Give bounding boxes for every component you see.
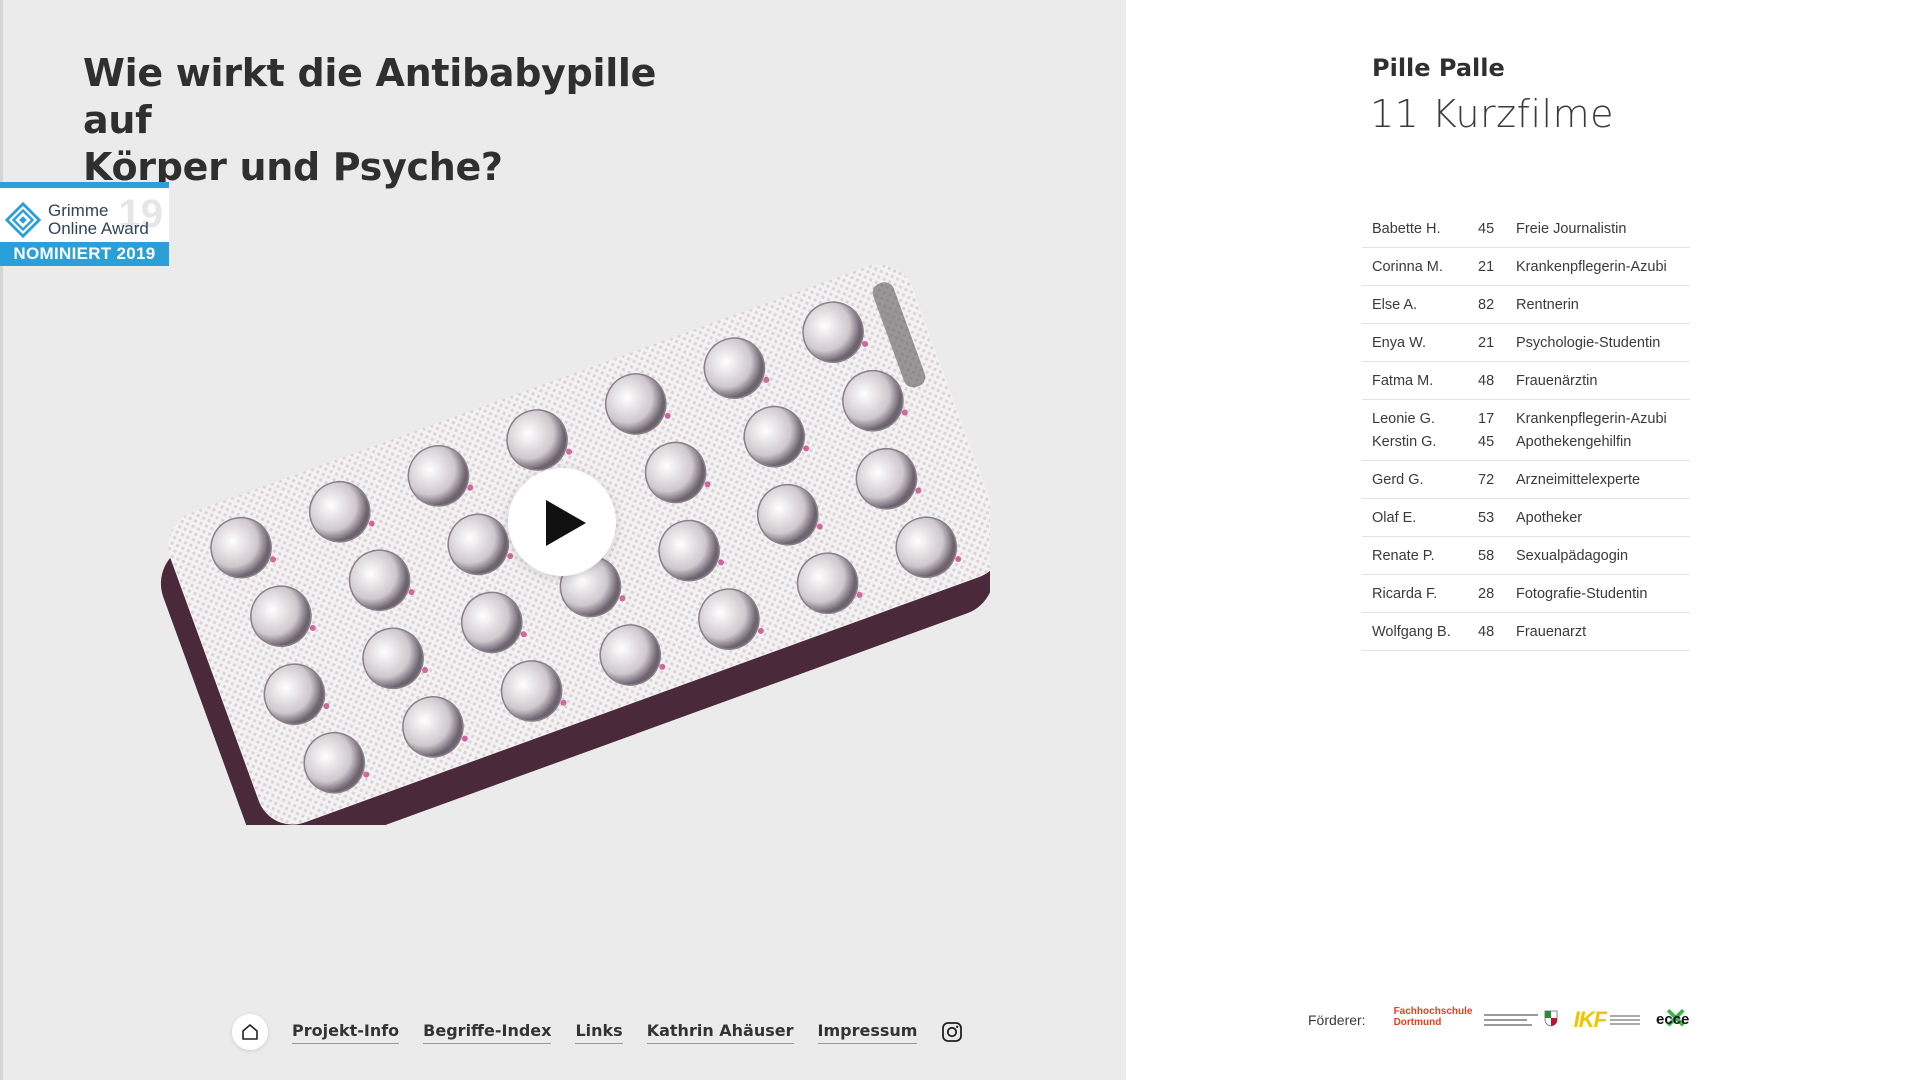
film-list-item[interactable]: Ricarda F. 28 Fotografie-Studentin — [1362, 575, 1690, 613]
person-age: 45 — [1478, 434, 1495, 450]
person-occupation: Psychologie-Studentin — [1516, 335, 1661, 351]
left-panel: Wie wirkt die Antibabypille auf Körper u… — [0, 0, 1126, 1080]
film-list-item[interactable]: Wolfgang B. 48 Frauenarzt — [1362, 613, 1690, 651]
film-person: Renate P. 58 Sexualpädagogin — [1372, 545, 1628, 568]
nrw-ministry-logo[interactable] — [1483, 1009, 1560, 1031]
film-person: Babette H. 45 Freie Journalistin — [1372, 218, 1626, 241]
person-name: Wolfgang B. — [1372, 624, 1451, 640]
sponsors-bar: Förderer: Fachhochschule Dortmund IKF ✕ … — [1308, 1004, 1716, 1033]
person-occupation: Frauenärztin — [1516, 373, 1598, 389]
person-age: 21 — [1478, 259, 1495, 275]
nav-link-projekt-info[interactable]: Projekt-Info — [292, 1021, 400, 1044]
home-icon — [242, 1024, 258, 1040]
film-list-item[interactable]: Babette H. 45 Freie Journalistin — [1362, 210, 1690, 248]
grimme-logo-icon — [4, 201, 42, 239]
page-headline: Wie wirkt die Antibabypille auf Körper u… — [83, 50, 703, 191]
person-occupation: Rentnerin — [1516, 297, 1579, 313]
series-subtitle: 11 Kurzfilme — [1370, 92, 1615, 136]
person-age: 21 — [1478, 335, 1495, 351]
nav-link-links[interactable]: Links — [575, 1021, 623, 1044]
film-list-item[interactable]: Leonie G. 17 Krankenpflegerin-Azubi Kerstin… — [1362, 400, 1690, 461]
person-name: Gerd G. — [1372, 472, 1424, 488]
film-person: Gerd G. 72 Arzneimittelexperte — [1372, 469, 1640, 492]
person-occupation: Sexualpädagogin — [1516, 548, 1629, 564]
ecce-logo-text: ecce — [1656, 1010, 1690, 1028]
fh-dortmund-logo[interactable]: Fachhochschule Dortmund — [1393, 1006, 1473, 1033]
person-name: Enya W. — [1372, 335, 1426, 351]
instagram-icon — [942, 1022, 963, 1042]
person-occupation: Fotografie-Studentin — [1516, 586, 1648, 602]
person-age: 45 — [1478, 221, 1495, 237]
person-age: 82 — [1478, 297, 1495, 313]
play-icon — [546, 500, 586, 546]
ecce-logo[interactable]: ✕ ecce — [1654, 1004, 1702, 1033]
film-list: Babette H. 45 Freie Journalistin Corinna M.… — [1362, 210, 1690, 651]
person-name: Babette H. — [1372, 221, 1441, 237]
ikf-logo[interactable]: IKF — [1573, 1006, 1641, 1033]
person-age: 48 — [1478, 624, 1495, 640]
award-nominated-label: NOMINIERT 2019 — [0, 242, 169, 266]
film-person: Olaf E. 53 Apotheker — [1372, 507, 1582, 530]
film-list-item[interactable]: Gerd G. 72 Arzneimittelexperte — [1362, 461, 1690, 499]
film-person: Wolfgang B. 48 Frauenarzt — [1372, 621, 1586, 644]
ikf-logo-text: IKF — [1573, 1006, 1607, 1032]
film-list-item[interactable]: Renate P. 58 Sexualpädagogin — [1362, 537, 1690, 575]
fh-logo-line-2: Dortmund — [1393, 1017, 1442, 1028]
award-name-line-1: Grimme — [48, 201, 109, 220]
nav-link-impressum[interactable]: Impressum — [817, 1021, 918, 1044]
award-name-line-2: Online Award — [48, 219, 149, 238]
film-list-item[interactable]: Enya W. 21 Psychologie-Studentin — [1362, 324, 1690, 362]
person-name: Else A. — [1372, 297, 1418, 313]
instagram-link[interactable] — [941, 1021, 963, 1043]
film-person: Else A. 82 Rentnerin — [1372, 294, 1579, 317]
film-person: Kerstin G. 45 Apothekengehilfin — [1372, 431, 1667, 454]
home-button[interactable] — [232, 1014, 268, 1050]
person-occupation: Apotheker — [1516, 510, 1583, 526]
person-name: Kerstin G. — [1372, 434, 1437, 450]
person-occupation: Arzneimittelexperte — [1516, 472, 1641, 488]
film-person: Enya W. 21 Psychologie-Studentin — [1372, 332, 1660, 355]
right-panel: Pille Palle 11 Kurzfilme Babette H. 45 Fre… — [1126, 0, 1920, 1080]
film-list-item[interactable]: Else A. 82 Rentnerin — [1362, 286, 1690, 324]
person-age: 48 — [1478, 373, 1495, 389]
person-occupation: Frauenarzt — [1516, 624, 1587, 640]
person-occupation: Freie Journalistin — [1516, 221, 1627, 237]
person-age: 72 — [1478, 472, 1495, 488]
nav-link-begriffe-index[interactable]: Begriffe-Index — [423, 1021, 552, 1044]
person-name: Olaf E. — [1372, 510, 1417, 526]
person-age: 17 — [1478, 411, 1495, 427]
fh-logo-line-1: Fachhochschule — [1393, 1006, 1473, 1017]
person-name: Corinna M. — [1372, 259, 1443, 275]
play-button[interactable] — [508, 468, 616, 576]
headline-line-1: Wie wirkt die Antibabypille auf — [83, 51, 657, 142]
film-list-item[interactable]: Fatma M. 48 Frauenärztin — [1362, 362, 1690, 400]
grimme-award-badge[interactable]: 19 Grimme Online Award NOMINIERT 2019 — [0, 182, 169, 266]
film-person: Corinna M. 21 Krankenpflegerin-Azubi — [1372, 256, 1667, 279]
person-age: 58 — [1478, 548, 1495, 564]
bottom-navigation: Projekt-Info Begriffe-Index Links Kathri… — [232, 1012, 963, 1052]
person-name: Ricarda F. — [1372, 586, 1438, 602]
person-age: 28 — [1478, 586, 1495, 602]
film-person: Ricarda F. 28 Fotografie-Studentin — [1372, 583, 1647, 606]
person-name: Leonie G. — [1372, 411, 1435, 427]
person-occupation: Krankenpflegerin-Azubi — [1516, 411, 1667, 427]
person-name: Fatma M. — [1372, 373, 1434, 389]
nav-link-kathrin-ahaeuser[interactable]: Kathrin Ahäuser — [646, 1021, 794, 1044]
nrw-crest-icon — [1544, 1010, 1557, 1026]
person-occupation: Krankenpflegerin-Azubi — [1516, 259, 1667, 275]
series-title: Pille Palle — [1372, 54, 1505, 82]
person-name: Renate P. — [1372, 548, 1435, 564]
film-person: Fatma M. 48 Frauenärztin — [1372, 370, 1597, 393]
film-list-item[interactable]: Olaf E. 53 Apotheker — [1362, 499, 1690, 537]
film-list-item[interactable]: Corinna M. 21 Krankenpflegerin-Azubi — [1362, 248, 1690, 286]
film-person: Leonie G. 17 Krankenpflegerin-Azubi — [1372, 408, 1667, 431]
person-age: 53 — [1478, 510, 1495, 526]
sponsors-label: Förderer: — [1308, 1011, 1366, 1028]
person-occupation: Apothekengehilfin — [1516, 434, 1632, 450]
